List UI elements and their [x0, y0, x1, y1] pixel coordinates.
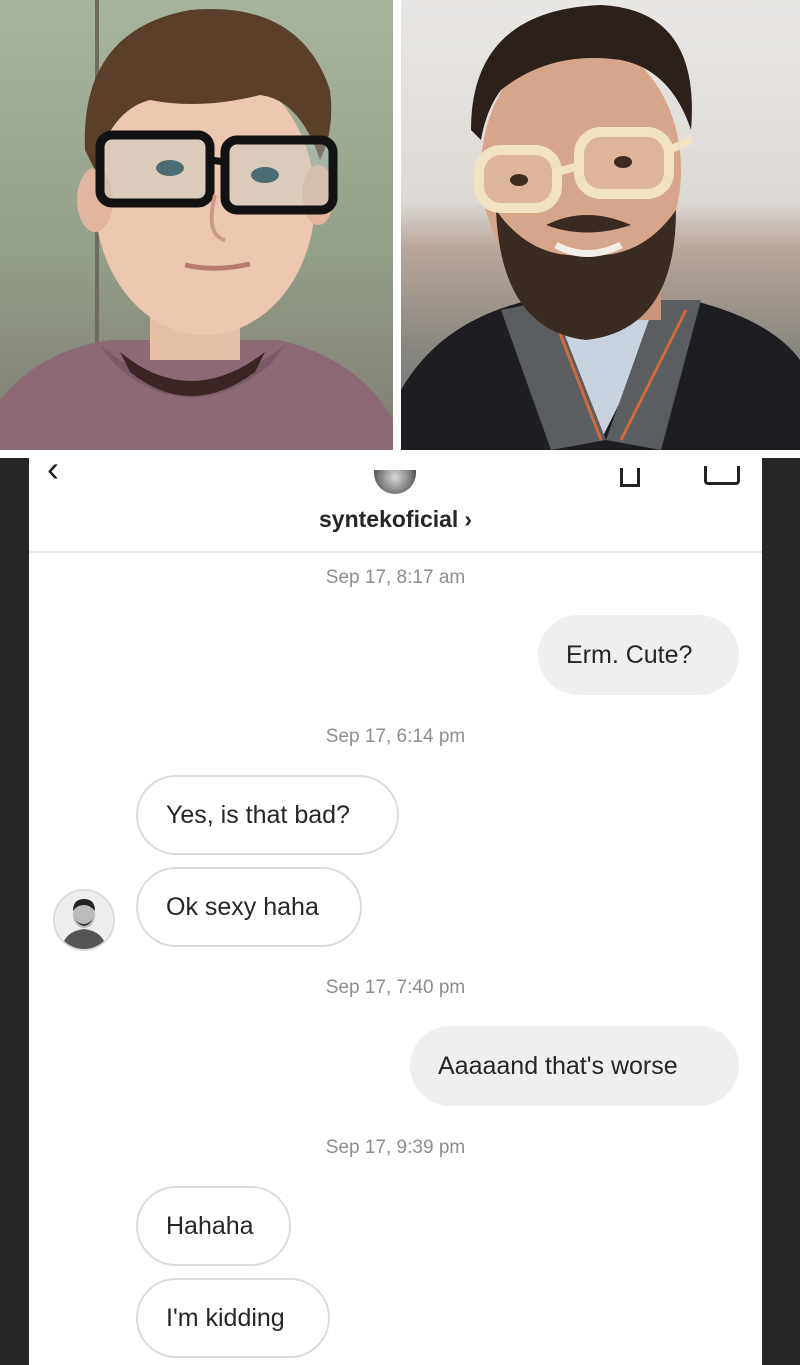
phone-screenshot: ‹ syntekoficial › Sep 17, 8:17 am Erm. Cu… [0, 458, 800, 1365]
incoming-message[interactable]: Yes, is that bad? [136, 775, 399, 855]
timestamp: Sep 17, 9:39 pm [325, 1137, 466, 1158]
thread-username[interactable]: syntekoficial › [29, 506, 762, 533]
timestamp: Sep 17, 8:17 am [325, 567, 466, 588]
incoming-message[interactable]: I'm kidding [136, 1278, 330, 1358]
sender-avatar[interactable] [53, 889, 115, 951]
thread-header: ‹ syntekoficial › [29, 458, 762, 553]
photo-teen-with-glasses [0, 0, 393, 450]
outgoing-message[interactable]: Erm. Cute? [538, 615, 739, 695]
chevron-right-icon: › [464, 506, 472, 532]
back-arrow-icon[interactable]: ‹ [47, 458, 59, 490]
outgoing-message[interactable]: Aaaaand that's worse [410, 1026, 739, 1106]
header-avatar[interactable] [374, 470, 416, 494]
dm-thread-screen: ‹ syntekoficial › Sep 17, 8:17 am Erm. Cu… [29, 458, 762, 1365]
photo-man-with-beard [401, 0, 800, 450]
incoming-message[interactable]: Hahaha [136, 1186, 291, 1266]
incoming-message[interactable]: Ok sexy haha [136, 867, 362, 947]
video-call-icon[interactable] [704, 466, 740, 485]
username-label: syntekoficial [318, 506, 459, 532]
timestamp: Sep 17, 7:40 pm [325, 977, 466, 998]
info-icon[interactable] [620, 468, 640, 487]
timestamp: Sep 17, 6:14 pm [325, 726, 466, 747]
